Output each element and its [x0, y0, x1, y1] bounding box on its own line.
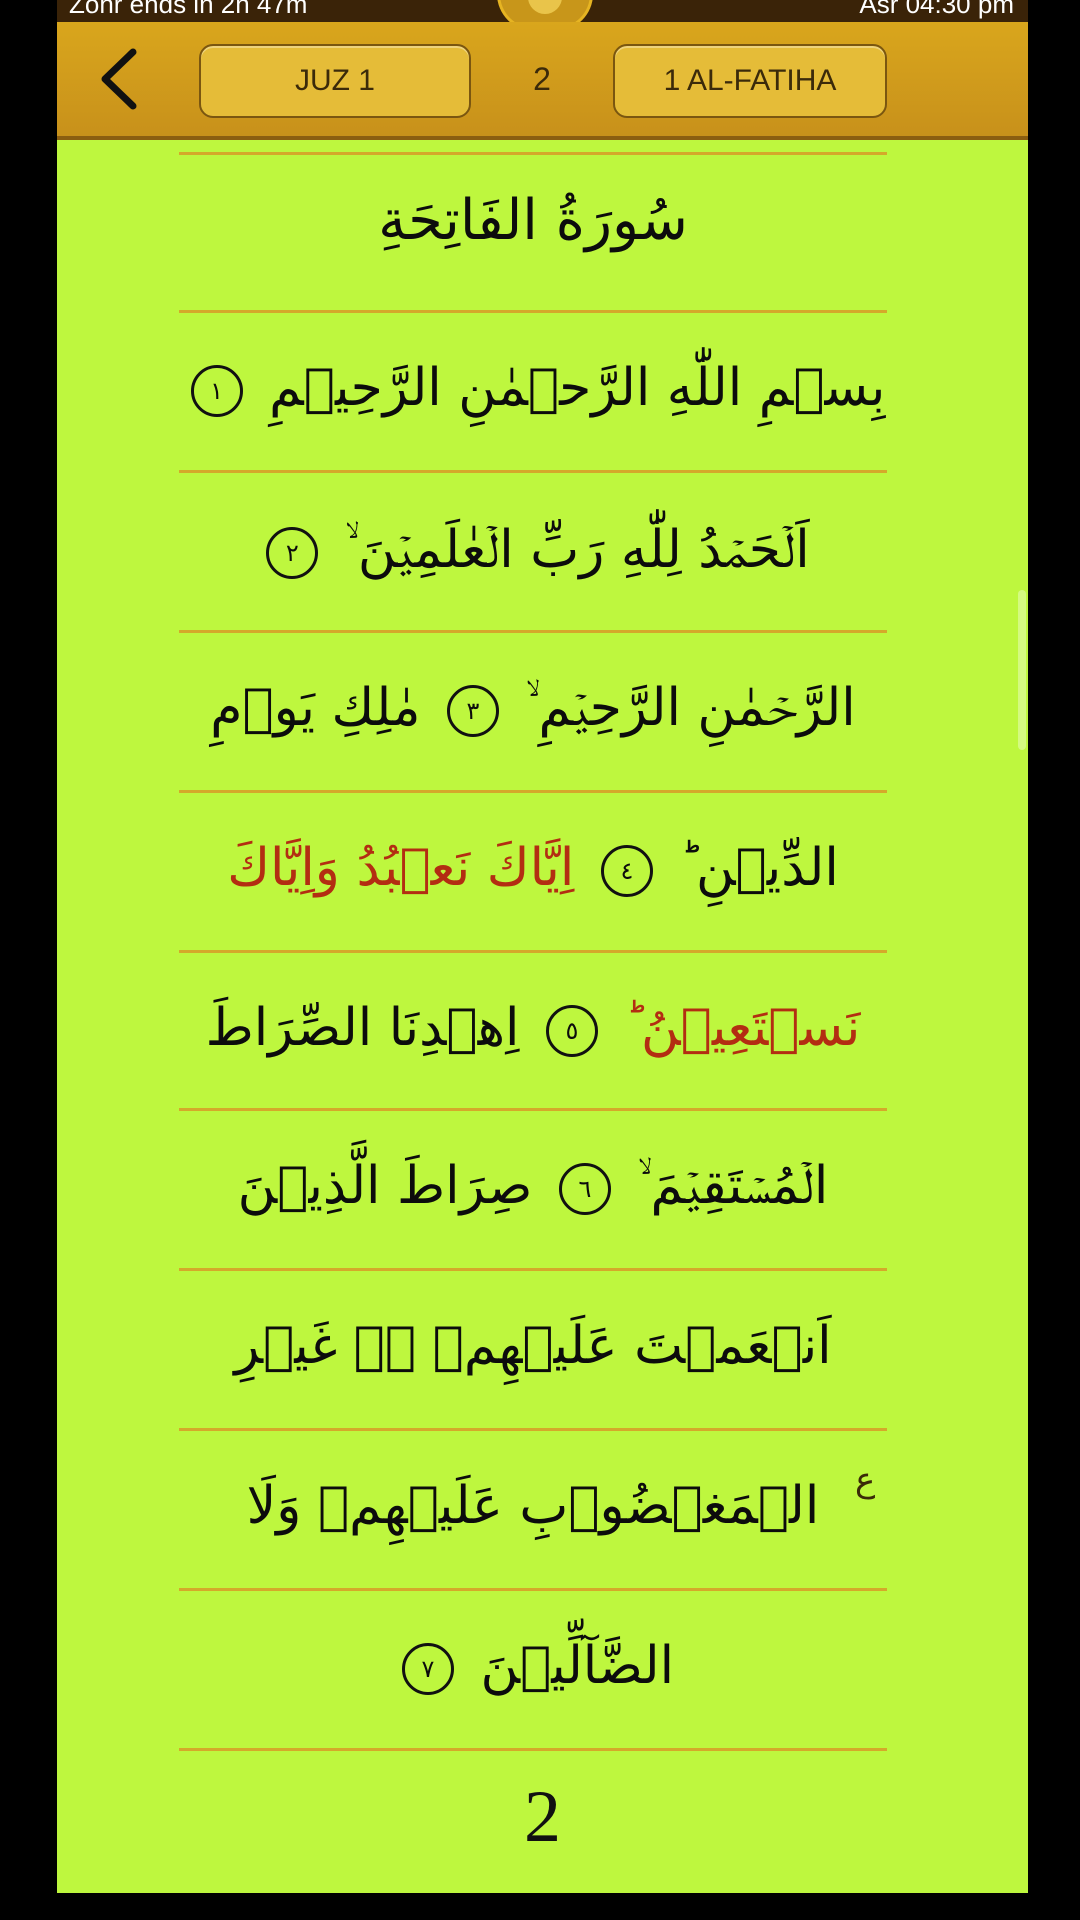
ayah-number-marker: ٧	[401, 1643, 454, 1695]
line-divider	[179, 152, 887, 155]
verse-text: مٰلِكِ يَوۡمِ	[210, 678, 421, 738]
line-divider	[179, 1588, 887, 1591]
line-divider	[179, 1748, 887, 1751]
verse-text: اَنۡعَمۡتَ عَلَيۡهِمۡ ۙ۬ غَيۡرِ	[234, 1316, 832, 1376]
ayah-number-marker: ٣	[446, 685, 499, 737]
verse-text: الۡمَغۡضُوۡبِ عَلَيۡهِمۡ وَلَا	[246, 1476, 820, 1536]
back-button[interactable]	[87, 44, 157, 114]
line-divider	[179, 470, 887, 473]
chevron-left-icon	[101, 48, 137, 110]
verse-text: صِرَاطَ الَّذِيۡنَ	[237, 1156, 533, 1216]
ayah-number-marker: ٥	[545, 1005, 598, 1057]
ayah-number-marker: ٢	[266, 527, 319, 579]
verse-line: الرَّحۡمٰنِ الرَّحِيۡمِ ۙ ٣ مٰلِكِ يَوۡم…	[179, 678, 887, 739]
verse-text: اِهۡدِنَا الصِّرَاطَ	[205, 998, 520, 1058]
verse-line: بِسۡمِ اللّٰهِ الرَّحۡمٰنِ الرَّحِيۡمِ ١	[179, 358, 887, 418]
highlighted-verse-text: اِيَّاكَ نَعۡبُدُ وَاِيَّاكَ	[227, 838, 575, 898]
verse-text: الضَّآلِّيۡنَ	[480, 1636, 675, 1696]
surah-title: سُورَةُ الفَاتِحَةِ	[378, 188, 688, 253]
verse-line: نَسۡتَعِيۡنُ ؕ ٥ اِهۡدِنَا الصِّرَاطَ	[179, 998, 887, 1058]
page-footer-number: 2	[524, 1776, 561, 1858]
line-divider	[179, 630, 887, 633]
juz-selector-button[interactable]: JUZ 1	[199, 44, 471, 118]
ayah-number-marker: ٤	[600, 845, 653, 897]
line-divider	[179, 1108, 887, 1111]
quran-reader-screen: Zohr ends in 2h 47m Asr 04:30 pm JUZ 1 2…	[57, 0, 1028, 1893]
surah-selector-button[interactable]: 1 AL-FATIHA	[613, 44, 887, 118]
line-divider	[179, 310, 887, 313]
verse-line: اَلۡحَمۡدُ لِلّٰهِ رَبِّ الۡعٰلَمِيۡنَ ۙ…	[179, 520, 887, 581]
line-divider	[179, 1268, 887, 1271]
line-divider	[179, 950, 887, 953]
verse-text: الرَّحۡمٰنِ الرَّحِيۡمِ ۙ	[525, 678, 856, 738]
verse-line: الضَّآلِّيۡنَ ٧	[179, 1636, 887, 1696]
scroll-indicator[interactable]	[1018, 590, 1026, 750]
verse-line: الدِّيۡنِ ؕ ٤ اِيَّاكَ نَعۡبُدُ وَاِيَّا…	[179, 838, 887, 898]
ruku-marker: ع	[855, 1460, 876, 1500]
highlighted-verse-text: نَسۡتَعِيۡنُ ؕ	[624, 998, 861, 1058]
ayah-number-marker: ١	[190, 365, 243, 417]
next-prayer-text: Asr 04:30 pm	[859, 0, 1014, 19]
prayer-ends-text: Zohr ends in 2h 47m	[69, 0, 308, 19]
verse-text: الۡمُسۡتَقِيۡمَ ۙ	[637, 1156, 829, 1216]
verse-text: بِسۡمِ اللّٰهِ الرَّحۡمٰنِ الرَّحِيۡمِ	[269, 358, 886, 418]
ayah-number-marker: ٦	[558, 1163, 611, 1215]
prayer-status-bar: Zohr ends in 2h 47m Asr 04:30 pm	[57, 0, 1028, 31]
reader-toolbar: JUZ 1 2 1 AL-FATIHA	[57, 22, 1028, 140]
verse-line: الۡمَغۡضُوۡبِ عَلَيۡهِمۡ وَلَا	[179, 1476, 887, 1536]
verse-line: الۡمُسۡتَقِيۡمَ ۙ ٦ صِرَاطَ الَّذِيۡنَ	[179, 1156, 887, 1217]
verse-text: اَلۡحَمۡدُ لِلّٰهِ رَبِّ الۡعٰلَمِيۡنَ ۙ	[344, 520, 810, 580]
page-number: 2	[533, 61, 551, 97]
line-divider	[179, 1428, 887, 1431]
verse-line: اَنۡعَمۡتَ عَلَيۡهِمۡ ۙ۬ غَيۡرِ	[179, 1316, 887, 1376]
verse-text: الدِّيۡنِ ؕ	[679, 838, 839, 898]
line-divider	[179, 790, 887, 793]
